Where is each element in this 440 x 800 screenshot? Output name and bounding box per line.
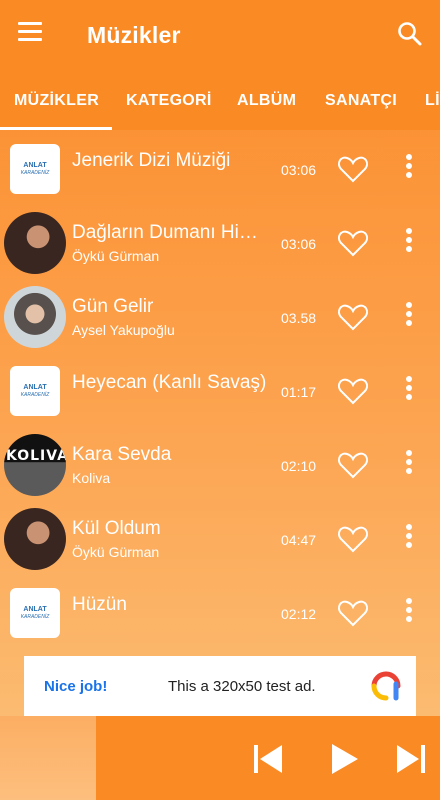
ad-banner[interactable]: Nice job! This a 320x50 test ad. xyxy=(24,656,416,716)
list-item[interactable]: Dağların Dumanı Hiç… Öykü Gürman 03:06 xyxy=(0,206,440,280)
logo-subtext: KARADENİZ xyxy=(20,170,50,176)
song-list: ANLAT KARADENİZ Jenerik Dizi Müziği 03:0… xyxy=(0,132,440,652)
menu-icon[interactable] xyxy=(18,22,46,46)
heart-outline-icon[interactable] xyxy=(337,451,369,479)
app-screen: Müzikler MÜZİKLER KATEGORİ ALBÜM SANATÇI… xyxy=(0,0,440,800)
heart-outline-icon[interactable] xyxy=(337,303,369,331)
logo-text: ANLAT xyxy=(23,606,47,613)
logo-subtext: KARADENİZ xyxy=(20,614,50,620)
play-icon[interactable] xyxy=(328,743,360,780)
song-title: Jenerik Dizi Müziği xyxy=(72,150,231,171)
heart-outline-icon[interactable] xyxy=(337,525,369,553)
song-title: Kül Oldum xyxy=(72,518,161,539)
search-icon[interactable] xyxy=(396,20,424,48)
tab-kategori[interactable]: KATEGORİ xyxy=(126,92,212,110)
logo-subtext: KARADENİZ xyxy=(20,392,50,398)
tab-muzikler[interactable]: MÜZİKLER xyxy=(14,92,99,110)
song-duration: 04:47 xyxy=(281,532,317,548)
page-title: Müzikler xyxy=(87,22,181,48)
song-title: Dağların Dumanı Hiç… xyxy=(72,222,267,243)
list-item[interactable]: Gün Gelir Aysel Yakupoğlu 03.58 xyxy=(0,280,440,354)
song-title: Heyecan (Kanlı Savaş) xyxy=(72,372,267,393)
song-title: Kara Sevda xyxy=(72,444,172,465)
more-vert-icon[interactable] xyxy=(400,450,418,480)
song-artist: Koliva xyxy=(72,470,111,486)
song-title: Gün Gelir xyxy=(72,296,154,317)
tab-album[interactable]: ALBÜM xyxy=(237,92,296,110)
more-vert-icon[interactable] xyxy=(400,154,418,184)
list-item[interactable]: Kül Oldum Öykü Gürman 04:47 xyxy=(0,502,440,576)
song-title: Hüzün xyxy=(72,594,127,615)
song-thumbnail: ANLAT KARADENİZ xyxy=(10,144,60,194)
heart-outline-icon[interactable] xyxy=(337,155,369,183)
more-vert-icon[interactable] xyxy=(400,598,418,628)
band-photo: KOLIVA xyxy=(4,434,66,496)
list-item[interactable]: ANLAT KARADENİZ Hüzün 02:12 xyxy=(0,576,440,650)
player-bar xyxy=(0,716,440,800)
song-thumbnail: ANLAT KARADENİZ xyxy=(10,366,60,416)
skip-next-icon[interactable] xyxy=(395,743,427,780)
artist-photo xyxy=(4,286,66,348)
active-tab-indicator xyxy=(0,127,112,130)
band-logo-text: KOLIVA xyxy=(6,448,66,464)
song-duration: 02:10 xyxy=(281,458,317,474)
now-playing-artwork[interactable] xyxy=(0,716,96,800)
admob-logo-icon xyxy=(370,670,402,702)
song-artist: Öykü Gürman xyxy=(72,544,160,560)
more-vert-icon[interactable] xyxy=(400,302,418,332)
heart-outline-icon[interactable] xyxy=(337,599,369,627)
heart-outline-icon[interactable] xyxy=(337,377,369,405)
logo-text: ANLAT xyxy=(23,384,47,391)
tab-bar: MÜZİKLER KATEGORİ ALBÜM SANATÇI Lİ xyxy=(0,70,440,130)
artist-photo xyxy=(4,508,66,570)
song-artist: Aysel Yakupoğlu xyxy=(72,322,175,338)
more-vert-icon[interactable] xyxy=(400,376,418,406)
song-artist: Öykü Gürman xyxy=(72,248,160,264)
song-thumbnail: ANLAT KARADENİZ xyxy=(10,588,60,638)
song-duration: 01:17 xyxy=(281,384,317,400)
tab-sanatci[interactable]: SANATÇI xyxy=(325,92,397,110)
more-vert-icon[interactable] xyxy=(400,524,418,554)
ad-nice-job: Nice job! xyxy=(44,678,108,695)
ad-text: This a 320x50 test ad. xyxy=(168,678,316,695)
list-item[interactable]: ANLAT KARADENİZ Heyecan (Kanlı Savaş) 01… xyxy=(0,354,440,428)
song-duration: 02:12 xyxy=(281,606,317,622)
tab-liste[interactable]: Lİ xyxy=(425,92,440,110)
more-vert-icon[interactable] xyxy=(400,228,418,258)
logo-text: ANLAT xyxy=(23,162,47,169)
list-item[interactable]: ANLAT KARADENİZ Jenerik Dizi Müziği 03:0… xyxy=(0,132,440,206)
heart-outline-icon[interactable] xyxy=(337,229,369,257)
song-duration: 03.58 xyxy=(281,310,317,326)
song-duration: 03:06 xyxy=(281,236,317,252)
song-duration: 03:06 xyxy=(281,162,317,178)
list-item[interactable]: KOLIVA Kara Sevda Koliva 02:10 xyxy=(0,428,440,502)
skip-previous-icon[interactable] xyxy=(252,743,284,780)
toolbar: Müzikler xyxy=(0,0,440,70)
artist-photo xyxy=(4,212,66,274)
